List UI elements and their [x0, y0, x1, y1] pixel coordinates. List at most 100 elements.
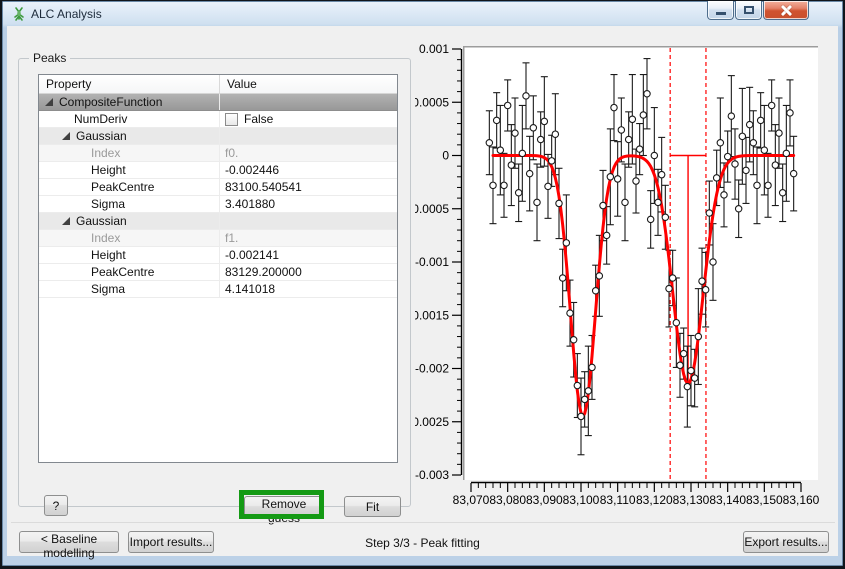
- property-value[interactable]: 4.141018: [220, 281, 398, 297]
- property-name: Gaussian: [39, 213, 220, 229]
- close-icon: [781, 5, 792, 16]
- minimize-button[interactable]: [707, 1, 734, 20]
- property-row[interactable]: CompositeFunction: [39, 94, 397, 111]
- x-tick-label: 83,130: [673, 493, 710, 507]
- data-point: [651, 152, 657, 158]
- property-value[interactable]: -0.002446: [220, 162, 398, 178]
- property-value[interactable]: 3.401880: [220, 196, 398, 212]
- table-rows: CompositeFunctionNumDerivFalseGaussianIn…: [39, 94, 397, 298]
- window-title: ALC Analysis: [31, 7, 102, 21]
- data-point: [680, 350, 686, 356]
- data-point: [556, 200, 562, 206]
- data-point: [783, 150, 789, 156]
- property-value-text: 3.401880: [225, 196, 275, 212]
- remove-guess-button[interactable]: Remove guess: [244, 496, 324, 517]
- peaks-property-table[interactable]: Property Value CompositeFunctionNumDeriv…: [38, 74, 398, 463]
- data-point: [501, 182, 507, 188]
- property-value[interactable]: False: [220, 111, 398, 127]
- data-point: [790, 170, 796, 176]
- property-name: Height: [39, 247, 220, 263]
- y-tick-label: -0.002: [415, 362, 449, 376]
- property-value-text: False: [244, 111, 273, 127]
- y-tick-label: 0.0005: [415, 95, 449, 109]
- property-name: PeakCentre: [39, 179, 220, 195]
- property-value[interactable]: 83100.540541: [220, 179, 398, 195]
- property-row[interactable]: Sigma4.141018: [39, 281, 397, 298]
- data-point: [567, 310, 573, 316]
- property-label: NumDeriv: [74, 111, 127, 127]
- expand-collapse-icon[interactable]: [62, 132, 70, 140]
- property-name: NumDeriv: [39, 111, 220, 127]
- data-point: [636, 146, 642, 152]
- property-label: CompositeFunction: [59, 94, 162, 110]
- footer-separator: [11, 522, 835, 523]
- maximize-button[interactable]: [735, 1, 762, 20]
- numderiv-checkbox[interactable]: [225, 113, 238, 126]
- property-row[interactable]: Height -0.002141: [39, 247, 397, 264]
- title-bar[interactable]: ALC Analysis: [2, 1, 843, 26]
- property-row[interactable]: Gaussian: [39, 213, 397, 230]
- data-point: [545, 183, 551, 189]
- data-point: [724, 153, 730, 159]
- plot-canvas[interactable]: 0.0010.00050-0.0005-0.001-0.0015-0.002-0…: [415, 30, 839, 522]
- data-point: [592, 288, 598, 294]
- property-row[interactable]: Gaussian: [39, 128, 397, 145]
- property-value[interactable]: 83129.200000: [220, 264, 398, 280]
- fit-button[interactable]: Fit: [344, 496, 401, 517]
- data-point: [537, 136, 543, 142]
- data-point: [699, 278, 705, 284]
- property-row[interactable]: Height-0.002446: [39, 162, 397, 179]
- export-results-button[interactable]: Export results...: [743, 531, 829, 553]
- property-row[interactable]: PeakCentre83129.200000: [39, 264, 397, 281]
- column-header-property[interactable]: Property: [39, 75, 220, 94]
- data-point: [581, 396, 587, 402]
- property-row[interactable]: NumDeriv False: [39, 111, 397, 128]
- expand-collapse-icon[interactable]: [62, 217, 70, 225]
- data-point: [611, 104, 617, 110]
- data-point: [563, 240, 569, 246]
- data-point: [717, 140, 723, 146]
- table-header: Property Value: [39, 75, 397, 94]
- x-tick-label: 83,150: [746, 493, 783, 507]
- property-label: Gaussian: [76, 213, 127, 229]
- column-header-value[interactable]: Value: [220, 75, 398, 94]
- property-value: f0.: [220, 145, 398, 161]
- close-button[interactable]: [763, 1, 809, 20]
- data-point: [655, 199, 661, 205]
- data-point: [523, 93, 529, 99]
- property-name: Gaussian: [39, 128, 220, 144]
- property-value: [220, 94, 398, 110]
- property-value[interactable]: -0.002141: [220, 247, 398, 263]
- property-row[interactable]: Sigma 3.401880: [39, 196, 397, 213]
- property-row[interactable]: Indexf1.: [39, 230, 397, 247]
- data-point: [490, 182, 496, 188]
- data-point: [629, 116, 635, 122]
- data-point: [570, 337, 576, 343]
- property-row[interactable]: Indexf0.: [39, 145, 397, 162]
- alc-analysis-window: ALC Analysis Peaks Property Value Compos…: [0, 0, 845, 569]
- data-point: [743, 167, 749, 173]
- data-point: [710, 259, 716, 265]
- property-label: Sigma: [91, 196, 125, 212]
- data-point: [633, 178, 639, 184]
- data-point: [512, 130, 518, 136]
- property-label: Height: [91, 247, 126, 263]
- data-point: [768, 102, 774, 108]
- data-point: [589, 364, 595, 370]
- peak-fit-plot[interactable]: 0.0010.00050-0.0005-0.001-0.0015-0.002-0…: [415, 30, 839, 522]
- data-point: [765, 182, 771, 188]
- data-point: [695, 333, 701, 339]
- data-point: [519, 150, 525, 156]
- help-button[interactable]: ?: [44, 495, 68, 516]
- data-point: [746, 121, 752, 127]
- property-row[interactable]: PeakCentre83100.540541: [39, 179, 397, 196]
- expand-collapse-icon[interactable]: [45, 98, 53, 106]
- data-point: [669, 275, 675, 281]
- data-point: [600, 202, 606, 208]
- data-point: [614, 176, 620, 182]
- data-point: [526, 170, 532, 176]
- data-point: [530, 125, 536, 131]
- x-tick-label: 83,140: [709, 493, 746, 507]
- x-tick-label: 83,090: [526, 493, 563, 507]
- y-tick-label: -0.003: [415, 468, 449, 482]
